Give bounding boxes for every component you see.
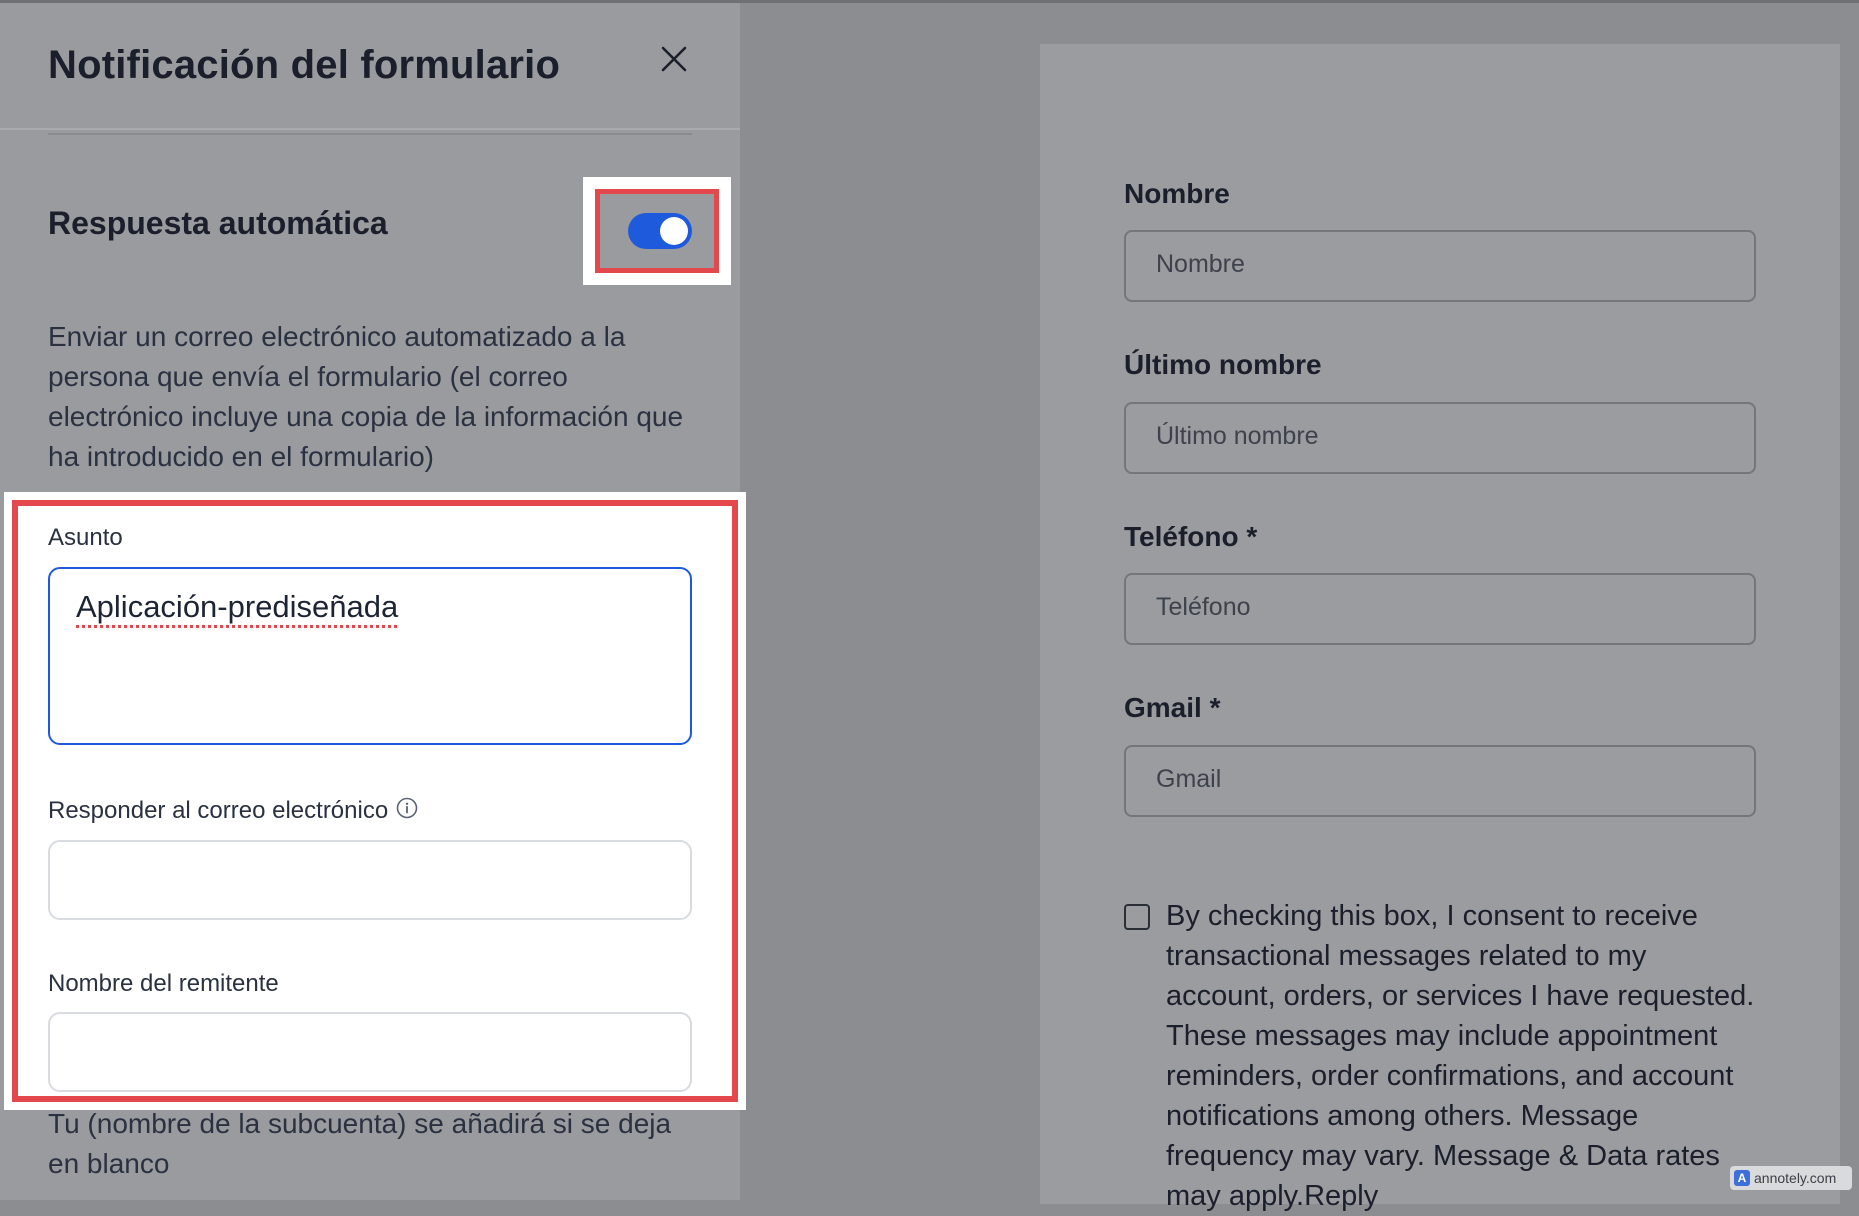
header-divider (48, 133, 692, 135)
annotely-logo-icon: A (1734, 1170, 1750, 1186)
close-icon (661, 46, 687, 72)
watermark-text: annotely.com (1754, 1170, 1837, 1186)
preview-input-gmail[interactable]: Gmail (1124, 745, 1756, 817)
sender-name-helper: Tu (nombre de la subcuenta) se añadirá s… (48, 1108, 672, 1179)
auto-reply-toggle[interactable] (628, 213, 692, 249)
subject-value: Aplicación-prediseñada (76, 589, 399, 624)
auto-reply-description: Enviar un correo electrónico automatizad… (48, 321, 684, 472)
preview-label-ultimo-nombre: Último nombre (1124, 349, 1322, 380)
info-icon[interactable] (396, 797, 418, 826)
consent-checkbox[interactable] (1124, 904, 1150, 930)
preview-input-ultimo-nombre[interactable]: Último nombre (1124, 402, 1756, 474)
consent-text: By checking this box, I consent to recei… (1166, 900, 1755, 1212)
panel-title: Notificación del formulario (48, 43, 561, 87)
auto-reply-title: Respuesta automática (48, 205, 388, 241)
form-preview-card: Nombre Nombre Último nombre Último nombr… (1040, 44, 1840, 1212)
preview-label-gmail: Gmail * (1124, 692, 1221, 723)
sender-name-label: Nombre del remitente (48, 970, 279, 997)
preview-label-telefono: Teléfono * (1124, 521, 1258, 552)
panel-header-edge (0, 128, 740, 130)
preview-input-telefono[interactable]: Teléfono (1124, 573, 1756, 645)
preview-label-nombre: Nombre (1124, 178, 1230, 209)
toggle-knob (660, 217, 688, 245)
subject-input[interactable]: Aplicación-prediseñada (48, 567, 692, 745)
close-button[interactable] (656, 41, 692, 77)
reply-to-label-text: Responder al correo electrónico (48, 797, 389, 824)
sender-name-input[interactable] (48, 1012, 692, 1092)
reply-to-label: Responder al correo electrónico (48, 797, 418, 826)
subject-label: Asunto (48, 524, 123, 551)
annotely-watermark: A annotely.com (1730, 1166, 1852, 1190)
reply-to-email-input[interactable] (48, 840, 692, 920)
preview-input-nombre[interactable]: Nombre (1124, 230, 1756, 302)
